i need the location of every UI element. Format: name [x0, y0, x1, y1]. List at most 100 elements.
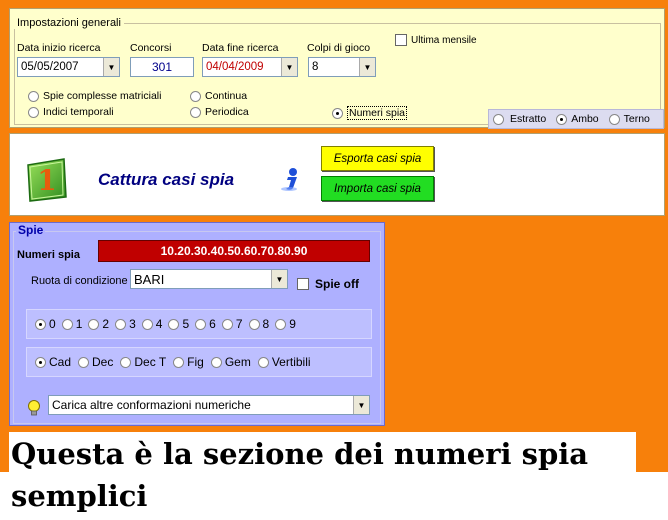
end-date-select[interactable]: 04/04/2009 ▼: [202, 57, 298, 77]
radio-button[interactable]: [78, 356, 90, 368]
digit-option[interactable]: 9: [275, 317, 296, 331]
radio-button[interactable]: [115, 318, 127, 330]
ultima-mensile-label: Ultima mensile: [411, 34, 477, 46]
chevron-down-icon[interactable]: ▼: [359, 58, 375, 76]
digits-group: 0 1 2 3 4 5 6 7 8 9: [26, 309, 372, 339]
end-date-label: Data fine ricerca: [202, 42, 279, 54]
radio-label: Numeri spia: [347, 106, 408, 120]
radio-spie-complesse[interactable]: Spie complesse matriciali: [28, 90, 161, 102]
digit-option[interactable]: 6: [195, 317, 216, 331]
spie-panel: Spie Numeri spia 10.20.30.40.50.60.70.80…: [9, 222, 385, 426]
radio-continua[interactable]: Continua: [190, 90, 247, 102]
colpi-value: 8: [312, 61, 319, 73]
radio-button[interactable]: [61, 318, 73, 330]
numeri-spia-label: Numeri spia: [17, 249, 80, 261]
form-label: Cad: [49, 355, 72, 369]
settings-legend: Impostazioni generali: [14, 17, 124, 29]
chevron-down-icon[interactable]: ▼: [281, 58, 297, 76]
green-square-one-icon: 1: [22, 155, 70, 203]
digit-option[interactable]: 3: [115, 317, 136, 331]
ultima-mensile-checkbox[interactable]: [395, 34, 407, 46]
start-date-label: Data inizio ricerca: [17, 42, 101, 54]
radio-label: Continua: [205, 90, 248, 102]
digit-option[interactable]: 5: [168, 317, 189, 331]
radio-button[interactable]: [190, 90, 201, 102]
radio-ambo[interactable]: Ambo: [556, 113, 599, 125]
carica-value: Carica altre conformazioni numeriche: [52, 398, 251, 412]
capture-title: Cattura casi spia: [98, 170, 235, 189]
export-button[interactable]: Esporta casi spia: [321, 146, 434, 171]
digit-label: 7: [235, 317, 243, 331]
form-option-vertibili[interactable]: Vertibili: [257, 355, 311, 369]
numeri-spia-field[interactable]: 10.20.30.40.50.60.70.80.90: [98, 240, 370, 262]
ultima-mensile-option[interactable]: Ultima mensile: [395, 34, 477, 46]
digit-label: 3: [129, 317, 136, 331]
capture-panel: 1 Cattura casi spia Esporta casi spia Im…: [9, 133, 665, 216]
form-option-cad[interactable]: Cad: [35, 355, 71, 369]
ruota-value: BARI: [134, 271, 165, 287]
digit-label: 0: [49, 317, 56, 331]
form-option-gem[interactable]: Gem: [210, 355, 251, 369]
radio-button[interactable]: [173, 356, 185, 368]
radio-button[interactable]: [493, 113, 504, 125]
end-date-value: 04/04/2009: [206, 61, 264, 73]
spie-off-label: Spie off: [315, 277, 359, 291]
radio-button-selected[interactable]: [332, 107, 343, 119]
radio-indici-temporali[interactable]: Indici temporali: [28, 106, 114, 118]
radio-button[interactable]: [28, 106, 39, 118]
digit-option[interactable]: 7: [221, 317, 243, 331]
digit-label: 9: [289, 317, 296, 331]
colpi-select[interactable]: 8 ▼: [308, 57, 376, 77]
form-label: Dec: [92, 355, 114, 369]
radio-button[interactable]: [120, 356, 132, 368]
radio-terno[interactable]: Terno: [608, 113, 650, 125]
radio-button[interactable]: [28, 90, 39, 102]
start-date-select[interactable]: 05/05/2007 ▼: [17, 57, 120, 77]
radio-button-selected[interactable]: [35, 356, 46, 368]
spie-off-checkbox[interactable]: [297, 278, 309, 290]
radio-button[interactable]: [221, 318, 233, 330]
form-label: Vertibili: [271, 355, 311, 369]
caption-text: Questa è la sezione dei numeri spia semp…: [11, 437, 589, 513]
radio-button-selected[interactable]: [35, 318, 46, 330]
digit-option[interactable]: 2: [88, 317, 109, 331]
chevron-down-icon[interactable]: ▼: [353, 396, 369, 414]
radio-button[interactable]: [195, 318, 207, 330]
chevron-down-icon[interactable]: ▼: [103, 58, 119, 76]
radio-label: Estratto: [510, 113, 547, 125]
radio-button-selected[interactable]: [556, 113, 568, 125]
radio-periodica[interactable]: Periodica: [190, 106, 249, 118]
radio-button[interactable]: [168, 318, 180, 330]
digit-option[interactable]: 4: [141, 317, 162, 331]
form-label: Dec T: [134, 355, 167, 369]
radio-button[interactable]: [257, 356, 269, 368]
digit-option[interactable]: 8: [248, 317, 270, 331]
form-option-fig[interactable]: Fig: [173, 355, 204, 369]
chevron-down-icon[interactable]: ▼: [271, 270, 287, 288]
import-button[interactable]: Importa casi spia: [321, 176, 434, 201]
colpi-label: Colpi di gioco: [307, 42, 371, 54]
radio-estratto[interactable]: Estratto: [493, 113, 546, 125]
radio-label: Terno: [623, 113, 650, 125]
radio-button[interactable]: [88, 318, 100, 330]
carica-conformazioni-select[interactable]: Carica altre conformazioni numeriche ▼: [48, 395, 370, 415]
digit-label: 6: [209, 317, 216, 331]
form-option-dec[interactable]: Dec: [78, 355, 113, 369]
ruota-select[interactable]: BARI ▼: [130, 269, 288, 289]
radio-button[interactable]: [190, 106, 201, 118]
form-label: Gem: [224, 355, 251, 369]
radio-button[interactable]: [210, 356, 222, 368]
spie-off-option[interactable]: Spie off: [297, 277, 359, 291]
info-icon[interactable]: [278, 166, 304, 195]
radio-label: Ambo: [571, 113, 599, 125]
radio-button[interactable]: [248, 318, 260, 330]
digit-label: 8: [262, 317, 270, 331]
digit-option[interactable]: 1: [61, 317, 82, 331]
radio-button[interactable]: [141, 318, 153, 330]
radio-numeri-spia[interactable]: Numeri spia: [332, 106, 408, 120]
radio-button[interactable]: [275, 318, 287, 330]
radio-button[interactable]: [608, 113, 620, 125]
digit-option[interactable]: 0: [35, 317, 56, 331]
concorsi-field[interactable]: 301: [130, 57, 194, 77]
form-option-dect[interactable]: Dec T: [120, 355, 166, 369]
